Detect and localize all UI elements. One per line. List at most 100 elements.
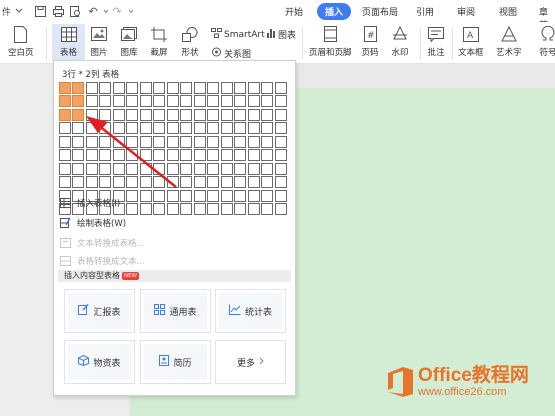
file-menu[interactable]: 件 [2,5,11,18]
table-grid-cell[interactable] [247,176,260,189]
table-grid-cell[interactable] [85,108,98,121]
blank-page-button[interactable]: 空白页 [8,24,34,58]
table-grid-cell[interactable] [126,162,139,175]
table-grid-cell[interactable] [261,108,274,121]
table-size-grid[interactable] [58,81,288,216]
tab-review[interactable]: 审阅 [457,5,475,18]
table-grid-cell[interactable] [180,95,193,108]
table-grid-cell[interactable] [166,176,179,189]
table-grid-cell[interactable] [207,135,220,148]
table-grid-cell[interactable] [166,162,179,175]
table-grid-cell[interactable] [261,162,274,175]
table-grid-cell[interactable] [274,122,287,135]
symbol-button[interactable]: 符号 [537,24,555,58]
table-grid-cell[interactable] [99,81,112,94]
print-icon[interactable] [51,4,65,18]
table-grid-cell[interactable] [72,162,85,175]
table-grid-cell[interactable] [234,149,247,162]
table-grid-cell[interactable] [207,122,220,135]
table-grid-cell[interactable] [274,135,287,148]
table-grid-cell[interactable] [274,149,287,162]
table-grid-cell[interactable] [247,162,260,175]
table-grid-cell[interactable] [139,176,152,189]
table-grid-cell[interactable] [274,189,287,202]
watermark-button[interactable]: 水印 [389,24,411,58]
table-grid-cell[interactable] [261,81,274,94]
table-grid-cell[interactable] [153,122,166,135]
table-grid-cell[interactable] [166,189,179,202]
table-grid-cell[interactable] [261,95,274,108]
table-grid-cell[interactable] [247,122,260,135]
smartart-button[interactable]: SmartArt [211,28,265,41]
table-grid-cell[interactable] [220,189,233,202]
table-grid-cell[interactable] [193,203,206,216]
report-table-card[interactable]: 汇报表 [64,289,135,333]
table-grid-cell[interactable] [193,189,206,202]
table-grid-cell[interactable] [72,122,85,135]
table-grid-cell[interactable] [207,95,220,108]
table-grid-cell[interactable] [112,95,125,108]
table-grid-cell[interactable] [193,176,206,189]
table-grid-cell[interactable] [180,162,193,175]
table-grid-cell[interactable] [58,176,71,189]
table-grid-cell[interactable] [85,162,98,175]
table-grid-cell[interactable] [153,108,166,121]
undo-icon[interactable]: ↶ [86,4,100,18]
relation-chart-button[interactable]: 关系图 [211,47,251,60]
table-grid-cell[interactable] [139,95,152,108]
table-grid-cell[interactable] [126,189,139,202]
table-grid-cell[interactable] [112,149,125,162]
table-grid-cell[interactable] [112,162,125,175]
table-grid-cell[interactable] [112,81,125,94]
table-grid-cell[interactable] [166,108,179,121]
table-grid-cell[interactable] [193,81,206,94]
table-grid-cell[interactable] [126,122,139,135]
shapes-button[interactable]: 形状 [179,24,201,58]
table-grid-cell[interactable] [180,122,193,135]
table-grid-cell[interactable] [72,135,85,148]
table-grid-cell[interactable] [261,189,274,202]
supplies-table-card[interactable]: 物资表 [64,340,135,384]
table-grid-cell[interactable] [220,203,233,216]
table-grid-cell[interactable] [261,203,274,216]
table-grid-cell[interactable] [180,149,193,162]
table-grid-cell[interactable] [99,108,112,121]
table-grid-cell[interactable] [85,176,98,189]
table-grid-cell[interactable] [220,135,233,148]
table-grid-cell[interactable] [220,81,233,94]
table-grid-cell[interactable] [274,95,287,108]
tab-home[interactable]: 开始 [285,5,303,18]
chevron-down-icon[interactable] [124,4,138,18]
table-grid-cell[interactable] [153,176,166,189]
table-grid-cell[interactable] [139,122,152,135]
table-grid-cell[interactable] [112,108,125,121]
table-grid-cell[interactable] [126,135,139,148]
table-grid-cell[interactable] [58,95,71,108]
table-grid-cell[interactable] [180,203,193,216]
table-grid-cell[interactable] [234,162,247,175]
table-grid-cell[interactable] [85,135,98,148]
table-grid-cell[interactable] [72,81,85,94]
table-grid-cell[interactable] [220,108,233,121]
table-grid-cell[interactable] [193,149,206,162]
table-grid-cell[interactable] [180,108,193,121]
table-grid-cell[interactable] [99,162,112,175]
table-grid-cell[interactable] [72,176,85,189]
textbox-button[interactable]: A 文本框 [458,24,484,58]
tab-page-layout[interactable]: 页面布局 [362,5,398,18]
table-grid-cell[interactable] [247,81,260,94]
table-grid-cell[interactable] [166,135,179,148]
print-preview-icon[interactable] [68,4,82,18]
table-grid-cell[interactable] [234,81,247,94]
table-grid-cell[interactable] [126,176,139,189]
table-grid-cell[interactable] [112,135,125,148]
table-grid-cell[interactable] [220,162,233,175]
table-grid-cell[interactable] [166,122,179,135]
table-grid-cell[interactable] [193,162,206,175]
table-grid-cell[interactable] [207,203,220,216]
table-grid-cell[interactable] [126,81,139,94]
table-grid-cell[interactable] [99,149,112,162]
table-grid-cell[interactable] [58,149,71,162]
table-grid-cell[interactable] [234,176,247,189]
table-grid-cell[interactable] [234,135,247,148]
